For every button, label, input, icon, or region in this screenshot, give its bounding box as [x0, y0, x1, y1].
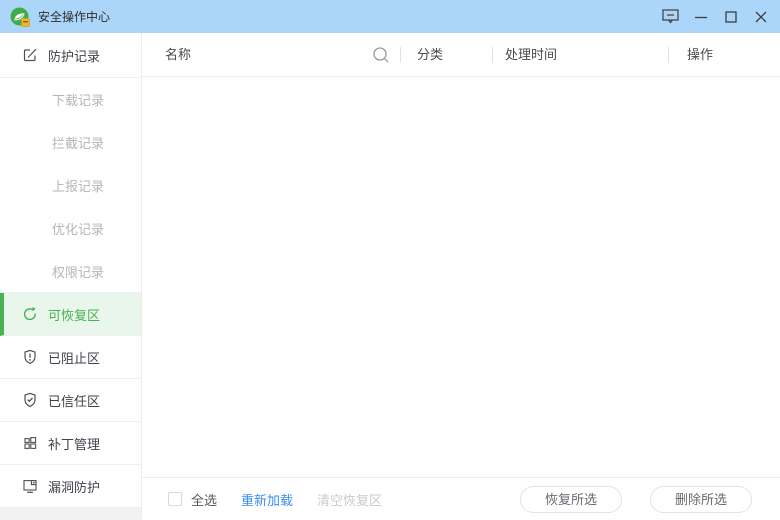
sidebar-item-recoverable-zone[interactable]: 可恢复区: [0, 293, 141, 336]
sidebar-item-protection-records[interactable]: 防护记录: [0, 33, 141, 78]
sidebar-bottom-fill: [0, 508, 141, 520]
close-icon[interactable]: [746, 0, 776, 33]
window-controls: [656, 0, 780, 33]
column-separator: [668, 47, 669, 63]
reload-link[interactable]: 重新加载: [241, 490, 293, 509]
minimize-icon[interactable]: [686, 0, 716, 33]
column-separator: [400, 47, 401, 63]
restore-selected-button[interactable]: 恢复所选: [519, 485, 622, 513]
column-header-name: 名称: [165, 47, 192, 62]
sidebar-item-label: 已阻止区: [48, 350, 101, 366]
sidebar-item-label: 漏洞防护: [48, 479, 101, 495]
column-header-time: 处理时间: [505, 47, 558, 62]
sidebar-item-label: 下载记录: [52, 93, 105, 108]
sidebar-item-label: 上报记录: [52, 179, 105, 194]
delete-selected-button[interactable]: 删除所选: [649, 485, 752, 513]
refresh-icon: [22, 306, 38, 322]
titlebar: 安全操作中心: [0, 0, 780, 33]
sidebar-item-blocked-zone[interactable]: 已阻止区: [0, 336, 141, 379]
select-all-checkbox[interactable]: [168, 492, 182, 506]
window-title: 安全操作中心: [38, 10, 111, 24]
table-body: [142, 78, 780, 477]
grid-icon: [22, 435, 38, 451]
sidebar-item-patch-management[interactable]: 补丁管理: [0, 422, 141, 465]
sidebar-item-label: 拦截记录: [52, 136, 105, 151]
table-header: 名称 分类 处理时间 操作: [142, 33, 780, 77]
feedback-icon[interactable]: [656, 0, 686, 33]
shield-check-icon: [22, 392, 38, 408]
sidebar-item-vulnerability-protection[interactable]: 漏洞防护: [0, 465, 141, 508]
maximize-icon[interactable]: [716, 0, 746, 33]
sidebar: 防护记录 下载记录 拦截记录 上报记录 优化记录 权限记录 可恢复区 已阻止区 …: [0, 33, 142, 520]
sidebar-item-label: 已信任区: [48, 393, 101, 409]
sidebar-item-label: 补丁管理: [48, 436, 101, 452]
sidebar-item-report-records[interactable]: 上报记录: [0, 164, 141, 207]
app-window: 安全操作中心 防护记录 下载记录 拦截记录 上报记录 优化记录 权限记录 可恢复…: [0, 0, 780, 520]
sidebar-item-download-records[interactable]: 下载记录: [0, 78, 141, 121]
edit-icon: [22, 47, 38, 63]
select-all-label[interactable]: 全选: [191, 490, 217, 509]
column-header-action: 操作: [687, 47, 714, 62]
sidebar-item-label: 防护记录: [48, 48, 101, 64]
clear-recovery-link[interactable]: 清空恢复区: [317, 490, 382, 509]
sidebar-item-trusted-zone[interactable]: 已信任区: [0, 379, 141, 422]
sidebar-item-intercept-records[interactable]: 拦截记录: [0, 121, 141, 164]
sidebar-item-permission-records[interactable]: 权限记录: [0, 250, 141, 293]
sidebar-item-optimize-records[interactable]: 优化记录: [0, 207, 141, 250]
column-separator: [492, 47, 493, 63]
sidebar-item-label: 优化记录: [52, 222, 105, 237]
column-header-category: 分类: [417, 47, 444, 62]
sidebar-item-label: 可恢复区: [48, 307, 101, 323]
footer-toolbar: 全选 重新加载 清空恢复区 恢复所选 删除所选: [142, 477, 780, 520]
app-logo-icon: [10, 7, 30, 27]
sidebar-item-label: 权限记录: [52, 264, 105, 280]
shield-exclamation-icon: [22, 349, 38, 365]
search-icon[interactable]: [372, 46, 390, 64]
main-panel: 名称 分类 处理时间 操作 全选 重新加载 清空恢复区 恢复所选 删除所选: [142, 33, 780, 520]
monitor-icon: [22, 478, 38, 494]
